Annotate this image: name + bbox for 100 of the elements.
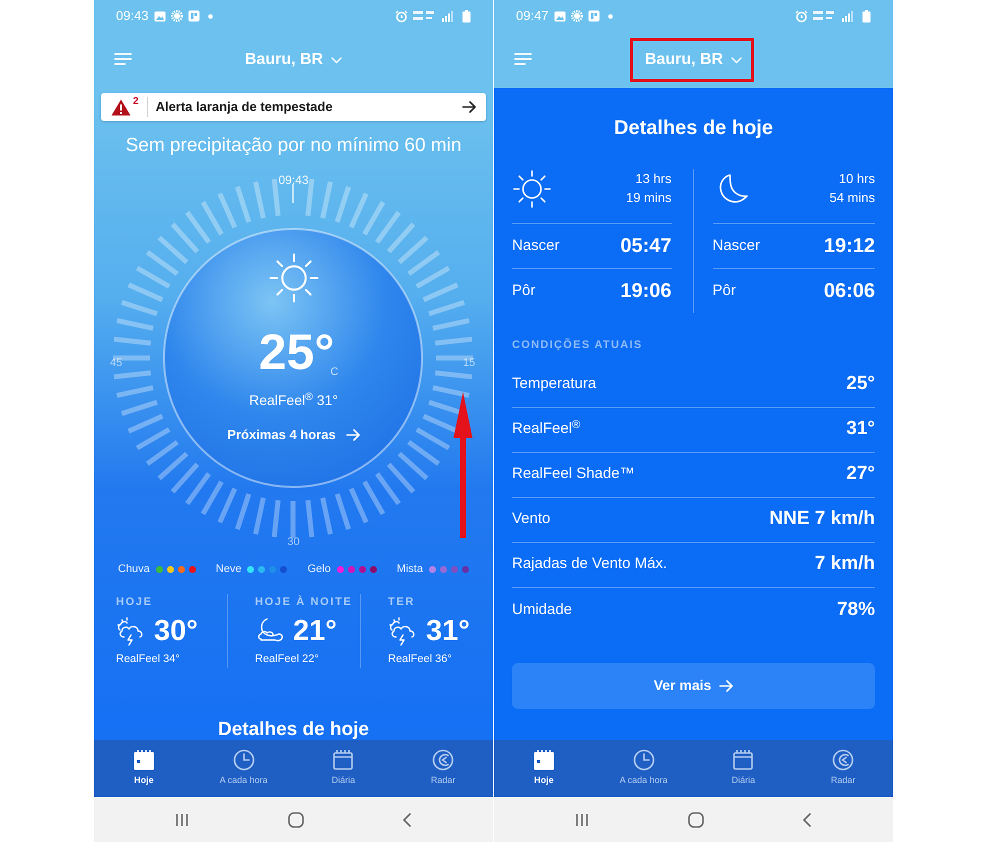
row-label: Pôr [512,280,536,301]
gallery-icon [154,10,166,22]
row-value: NNE 7 km/h [769,507,875,532]
row-value: 27° [846,462,875,486]
menu-icon [514,52,532,66]
legend-label: Chuva [118,562,150,577]
recent-apps-icon[interactable] [574,812,590,828]
gallery-icon [554,10,566,22]
legend-label: Mista [396,562,423,577]
row-value: 78% [836,598,875,622]
nav-tab[interactable]: Diária [694,740,794,797]
status-time: 09:47 [516,7,549,26]
row-label: RealFeel$^{®}$ [512,418,580,440]
gear-icon [570,10,583,22]
calendar-icon [532,748,556,772]
app-icon [188,10,200,22]
section-heading: CONDIÇÕES ATUAIS [512,337,644,353]
forecast-label: HOJE [116,594,154,610]
network-type-icon [413,10,437,22]
nav-tab[interactable]: Hoje [94,740,194,797]
row-value: 19:06 [620,279,672,304]
dial-minute-label: 30 [286,535,301,550]
clock-icon [232,748,256,772]
calendar-icon [132,748,156,772]
chevron-down-icon [731,56,742,64]
forecast-label: HOJE À NOITE [255,594,354,610]
forecast-realfeel: RealFeel 22° [255,652,320,667]
row-label: RealFeel Shade™ [512,464,635,484]
nav-tab[interactable]: A cada hora [594,740,694,797]
row-value: 05:47 [620,234,672,259]
chevron-down-icon [331,56,342,64]
daylight-duration: 13 hrs [634,170,672,188]
radar-icon [431,748,456,772]
arrow-right-icon [346,428,360,441]
dot-icon [208,14,213,18]
nav-tab[interactable]: Diária [294,740,394,797]
row-value: 25° [846,372,875,396]
legend-label: Neve [216,562,242,577]
section-title: Detalhes de hoje [613,116,774,141]
battery-icon [862,10,871,22]
forecast-temperature: 21° [293,616,337,646]
dot-icon [608,14,613,18]
menu-icon [114,52,132,66]
alert-count: 2 [133,95,139,109]
status-time: 09:43 [116,7,149,26]
row-value: 19:12 [824,234,875,259]
warning-icon [111,98,131,116]
next-hours-link[interactable]: Próximas 4 horas [227,425,360,444]
network-type-icon [813,10,837,22]
forecast-temperature: 31° [426,616,470,646]
row-label: Umidade [512,600,572,620]
calendar-icon [731,748,756,772]
forecast-realfeel: RealFeel 34° [116,652,181,667]
home-icon[interactable] [286,810,304,828]
row-label: Nascer [712,236,760,256]
row-label: Vento [512,509,550,530]
nav-tab[interactable]: Radar [393,740,493,797]
gear-icon [170,10,183,22]
location-button[interactable]: Bauru, BR [640,48,746,72]
legend-label: Gelo [307,562,331,577]
signal-icon [842,10,853,22]
alarm-icon [795,10,808,22]
dial-minute-label: 45 [110,356,122,371]
realfeel-text: RealFeel$^{®}$ 31° [249,390,338,410]
signal-icon [442,10,453,22]
nav-tab[interactable]: A cada hora [194,740,294,797]
home-icon[interactable] [686,810,704,828]
location-button[interactable]: Bauru, BR [240,48,346,72]
dial-time-label: 09:43 [277,172,310,189]
row-label: Rajadas de Vento Máx. [512,554,668,574]
dial-minute-label: 15 [463,356,476,371]
row-value: 06:06 [824,279,875,304]
row-value: 7 km/h [814,552,875,576]
recent-apps-icon[interactable] [174,812,190,828]
daylight-duration: 19 mins [626,189,672,207]
row-label: Nascer [512,236,560,256]
sun-icon [268,252,320,304]
daylight-duration: 10 hrs [838,170,875,188]
see-more-button[interactable]: Ver mais [512,662,875,708]
alert-banner[interactable]: 2 Alerta laranja de tempestade [101,93,486,121]
forecast-temperature: 30° [154,616,198,646]
arrow-right-icon [462,101,476,113]
row-label: Temperatura [512,374,596,394]
minutecast-text: Sem precipitação por no mínimo 60 min [124,134,462,158]
battery-icon [462,10,471,22]
nav-tab[interactable]: Radar [793,740,893,797]
arrow-right-icon [719,680,734,692]
back-icon[interactable] [401,812,413,828]
clock-icon [632,748,656,772]
forecast-realfeel: RealFeel 36° [388,652,453,667]
forecast-label: TER [388,594,416,610]
back-icon[interactable] [801,812,813,828]
row-label: Pôr [712,280,736,301]
section-title: Detalhes de hoje [217,718,370,740]
app-icon [588,10,600,22]
alarm-icon [395,10,408,22]
calendar-icon [331,748,356,772]
nav-tab[interactable]: Hoje [494,740,594,797]
radar-icon [831,748,856,772]
sun-icon [512,169,552,209]
